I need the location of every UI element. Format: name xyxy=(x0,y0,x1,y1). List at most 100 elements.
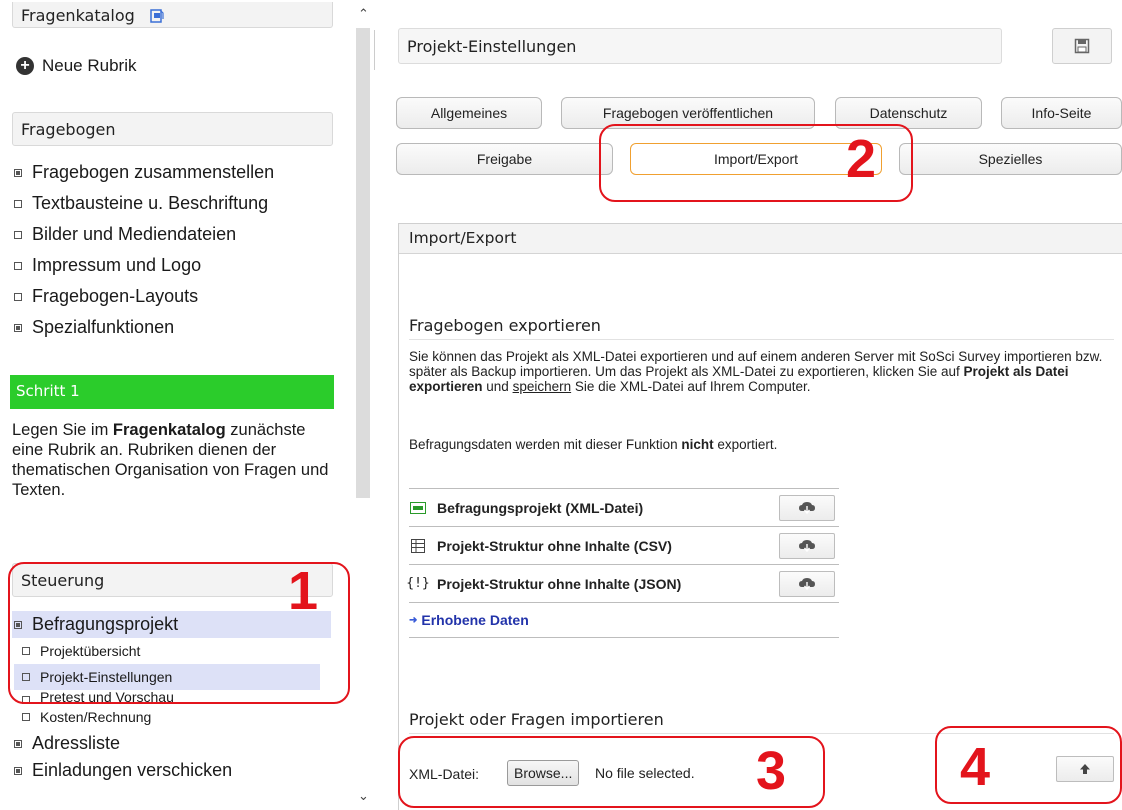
sidebar-item-layouts[interactable]: Fragebogen-Layouts xyxy=(14,281,274,312)
import-section-title: Projekt oder Fragen importieren xyxy=(409,710,664,729)
cloud-download-icon xyxy=(799,578,815,591)
questionnaire-header: Fragebogen xyxy=(12,112,333,146)
sidebar-item-label: Impressum und Logo xyxy=(32,255,202,275)
bullet-icon xyxy=(22,673,30,681)
collected-data-label: Erhobene Daten xyxy=(421,612,529,628)
catalog-export-icon[interactable] xyxy=(150,8,164,23)
upload-button[interactable] xyxy=(1056,756,1114,782)
bullet-icon xyxy=(14,620,22,629)
divider xyxy=(409,733,1114,734)
no-file-status: No file selected. xyxy=(595,765,695,781)
text-part: Sie die XML-Datei auf Ihrem Computer. xyxy=(571,379,811,394)
page-title: Projekt-Einstellungen xyxy=(398,28,1002,64)
browse-button[interactable]: Browse... xyxy=(507,760,580,786)
save-icon xyxy=(1074,38,1090,54)
panel-header: Import/Export xyxy=(399,224,1122,254)
text-part: Befragungsdaten werden mit dieser Funkti… xyxy=(409,437,682,452)
nav-address-label: Adressliste xyxy=(32,733,121,753)
new-rubric-label: Neue Rubrik xyxy=(42,56,137,75)
sidebar: Fragenkatalog + Neue Rubrik Fragebogen F… xyxy=(0,0,345,810)
export-description: Sie können das Projekt als XML-Datei exp… xyxy=(409,349,1109,394)
export-note: Befragungsdaten werden mit dieser Funkti… xyxy=(409,437,1109,452)
scroll-up-icon[interactable]: ⌃ xyxy=(358,6,369,22)
nav-sub-label: Projektübersicht xyxy=(40,643,141,659)
nav-project-overview[interactable]: Projektübersicht xyxy=(14,638,331,664)
sidebar-item-label: Textbausteine u. Beschriftung xyxy=(32,193,269,213)
tab-general[interactable]: Allgemeines xyxy=(396,97,542,129)
tab-publish[interactable]: Fragebogen veröffentlichen xyxy=(561,97,815,129)
sidebar-scrollbar[interactable] xyxy=(356,28,370,498)
sidebar-item-label: Bilder und Mediendateien xyxy=(32,224,237,244)
collected-data-link[interactable]: ➜ Erhobene Daten xyxy=(409,602,839,638)
bullet-icon xyxy=(14,199,22,208)
bullet-icon xyxy=(14,739,22,748)
new-rubric-button[interactable]: + Neue Rubrik xyxy=(16,56,137,76)
sidebar-item-imprint[interactable]: Impressum und Logo xyxy=(14,250,274,281)
questionnaire-header-label: Fragebogen xyxy=(21,120,116,139)
arrow-up-icon xyxy=(1080,764,1090,774)
cloud-download-icon xyxy=(799,540,815,553)
table-icon xyxy=(409,538,427,554)
export-row-xml: Befragungsprojekt (XML-Datei) xyxy=(409,488,839,526)
divider xyxy=(409,339,1114,340)
arrow-right-icon: ➜ xyxy=(409,614,418,626)
nav-costs[interactable]: Kosten/Rechnung xyxy=(14,704,331,730)
nav-address-list[interactable]: Adressliste xyxy=(14,730,331,757)
control-nav: Befragungsprojekt Projektübersicht Proje… xyxy=(12,611,331,784)
scroll-down-icon[interactable]: ⌄ xyxy=(358,788,369,804)
tab-sharing[interactable]: Freigabe xyxy=(396,143,613,175)
import-export-panel: Import/Export Fragebogen exportieren Sie… xyxy=(398,223,1122,810)
annotation-number-2: 2 xyxy=(846,129,877,189)
tab-info-page[interactable]: Info-Seite xyxy=(1001,97,1122,129)
nav-invitations-label: Einladungen verschicken xyxy=(32,760,233,780)
export-row-json: {!} Projekt-Struktur ohne Inhalte (JSON) xyxy=(406,564,839,602)
download-json-button[interactable] xyxy=(779,571,835,597)
step-title: Schritt 1 xyxy=(10,375,334,409)
annotation-number-4: 4 xyxy=(960,737,991,797)
xml-file-icon xyxy=(409,500,427,516)
step-text-bold: Fragenkatalog xyxy=(112,421,226,439)
export-section-title: Fragebogen exportieren xyxy=(409,316,601,335)
nav-send-invitations[interactable]: Einladungen verschicken xyxy=(14,757,331,784)
download-xml-button[interactable] xyxy=(779,495,835,521)
bullet-icon xyxy=(14,261,22,270)
bullet-icon xyxy=(14,168,22,177)
export-row-label: Projekt-Struktur ohne Inhalte (JSON) xyxy=(437,575,682,592)
bullet-icon xyxy=(22,647,30,655)
tab-import-export[interactable]: Import/Export xyxy=(630,143,882,175)
splitter[interactable] xyxy=(374,30,375,70)
bullet-icon xyxy=(22,713,30,721)
nav-pretest[interactable]: Pretest und Vorschau xyxy=(14,690,331,704)
sidebar-item-media[interactable]: Bilder und Mediendateien xyxy=(14,219,274,250)
export-row-csv: Projekt-Struktur ohne Inhalte (CSV) xyxy=(409,526,839,564)
json-braces-icon: {!} xyxy=(406,576,430,591)
text-underline: speichern xyxy=(512,379,572,394)
annotation-number-1: 1 xyxy=(288,561,319,621)
sidebar-item-special[interactable]: Spezialfunktionen xyxy=(14,312,274,343)
nav-project-label: Befragungsprojekt xyxy=(32,614,179,634)
sidebar-item-label: Spezialfunktionen xyxy=(32,317,175,337)
sidebar-item-text-modules[interactable]: Textbausteine u. Beschriftung xyxy=(14,188,274,219)
text-bold: nicht xyxy=(681,437,714,452)
plus-circle-icon: + xyxy=(16,57,34,75)
sidebar-item-label: Fragebogen zusammenstellen xyxy=(32,162,275,182)
bullet-icon xyxy=(14,292,22,301)
nav-sub-label: Projekt-Einstellungen xyxy=(40,669,173,685)
questionnaire-menu: Fragebogen zusammenstellen Textbausteine… xyxy=(14,157,274,343)
download-csv-button[interactable] xyxy=(779,533,835,559)
sidebar-item-compose[interactable]: Fragebogen zusammenstellen xyxy=(14,157,274,188)
export-table: Befragungsprojekt (XML-Datei) Projekt-St… xyxy=(406,488,839,638)
annotation-number-3: 3 xyxy=(756,741,787,801)
nav-project[interactable]: Befragungsprojekt xyxy=(12,611,331,638)
xml-file-label: XML-Datei: xyxy=(409,766,480,782)
cloud-download-icon xyxy=(799,502,815,515)
tab-privacy[interactable]: Datenschutz xyxy=(835,97,982,129)
save-button[interactable] xyxy=(1052,28,1112,64)
control-header-label: Steuerung xyxy=(21,571,105,590)
nav-project-settings[interactable]: Projekt-Einstellungen xyxy=(14,664,320,690)
tab-special[interactable]: Spezielles xyxy=(899,143,1122,175)
nav-sub-label: Kosten/Rechnung xyxy=(40,709,152,725)
scrollbar-thumb[interactable] xyxy=(356,28,370,498)
nav-sub-label: Pretest und Vorschau xyxy=(40,690,174,704)
export-row-label: Befragungsprojekt (XML-Datei) xyxy=(437,499,644,516)
